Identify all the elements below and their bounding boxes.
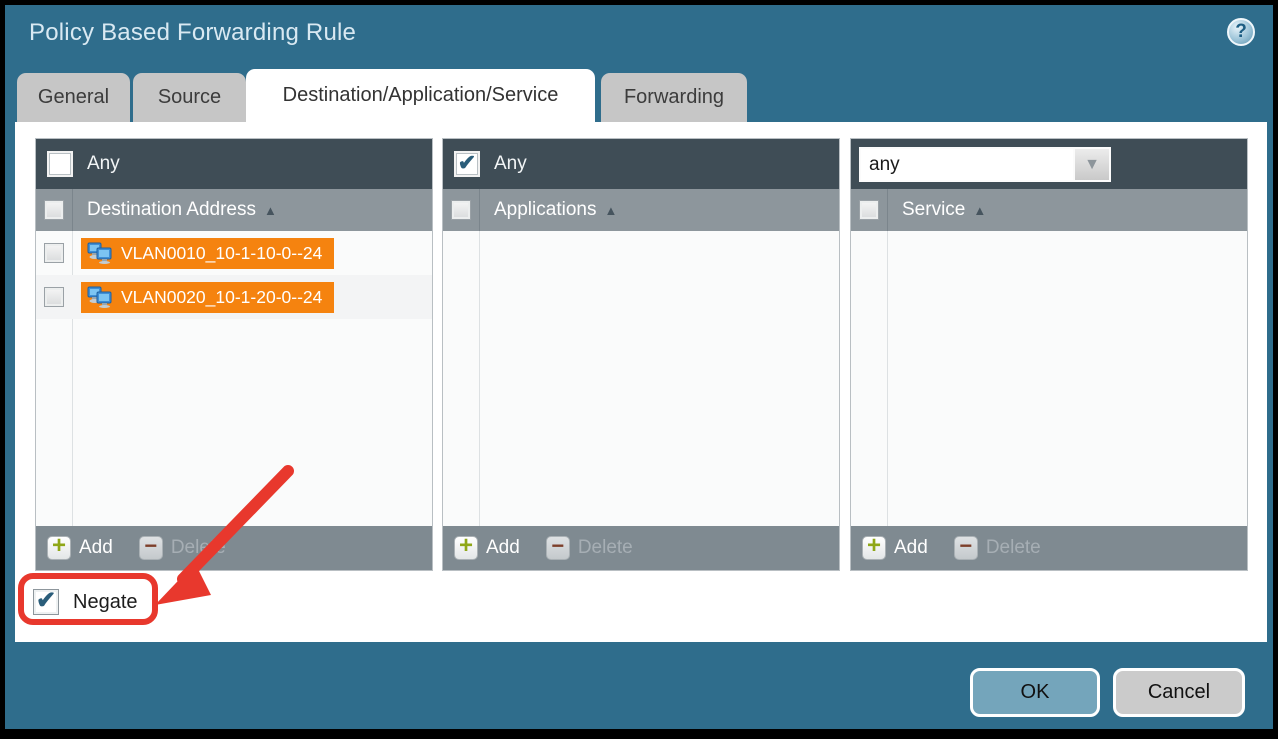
add-plus-icon: + [454, 536, 478, 560]
applications-any-checkbox[interactable]: ✔ [454, 151, 480, 177]
service-selectall-checkbox[interactable] [859, 200, 879, 220]
delete-minus-icon: − [139, 536, 163, 560]
address-object-vlan0010[interactable]: VLAN0010_10-1-10-0--24 [81, 238, 334, 269]
add-button-label: Add [894, 537, 928, 559]
destination-selectall-checkbox[interactable] [44, 200, 64, 220]
row-checkbox[interactable] [44, 287, 64, 307]
check-icon: ✔ [458, 152, 476, 174]
destination-address-column: Any Destination Address ▲ [35, 138, 433, 571]
divider [479, 231, 480, 526]
destination-any-bar: Any [36, 139, 432, 189]
dialog-title: Policy Based Forwarding Rule [29, 19, 356, 47]
destination-header-label: Destination Address [87, 199, 256, 221]
applications-selectall-checkbox[interactable] [451, 200, 471, 220]
network-address-icon [87, 242, 113, 264]
service-list [851, 231, 1247, 526]
dropdown-arrow-icon[interactable]: ▼ [1073, 149, 1109, 180]
service-dropdown-value: any [861, 149, 1073, 180]
service-dropdown-bar: any ▼ [851, 139, 1247, 189]
service-delete-button[interactable]: − Delete [954, 536, 1041, 560]
destination-footer-bar: + Add − Delete [36, 526, 432, 570]
tab-destination-application-service[interactable]: Destination/Application/Service [246, 69, 595, 122]
service-column: any ▼ Service ▲ + Add − Delet [850, 138, 1248, 571]
add-plus-icon: + [862, 536, 886, 560]
network-address-icon [87, 286, 113, 308]
applications-column: ✔ Any Applications ▲ + Add − De [442, 138, 840, 571]
sort-asc-icon[interactable]: ▲ [264, 203, 277, 218]
divider [479, 189, 480, 231]
table-row: VLAN0010_10-1-10-0--24 [36, 231, 432, 275]
delete-button-label: Delete [578, 537, 633, 559]
service-footer-bar: + Add − Delete [851, 526, 1247, 570]
help-icon[interactable]: ? [1227, 18, 1255, 46]
service-add-button[interactable]: + Add [862, 536, 928, 560]
applications-any-label: Any [494, 153, 527, 175]
tab-content-panel: Any Destination Address ▲ [15, 122, 1267, 642]
cancel-button[interactable]: Cancel [1113, 668, 1245, 717]
destination-any-label: Any [87, 153, 120, 175]
address-object-vlan0020[interactable]: VLAN0020_10-1-20-0--24 [81, 282, 334, 313]
delete-button-label: Delete [171, 537, 226, 559]
applications-list [443, 231, 839, 526]
service-column-header[interactable]: Service ▲ [851, 189, 1247, 231]
destination-any-checkbox[interactable] [47, 151, 73, 177]
sort-asc-icon[interactable]: ▲ [604, 203, 617, 218]
negate-checkbox[interactable]: ✔ [33, 589, 59, 615]
row-checkbox[interactable] [44, 243, 64, 263]
add-plus-icon: + [47, 536, 71, 560]
tab-forwarding[interactable]: Forwarding [601, 73, 747, 122]
divider [887, 231, 888, 526]
negate-control: ✔ Negate [33, 589, 138, 615]
delete-minus-icon: − [546, 536, 570, 560]
destination-add-button[interactable]: + Add [47, 536, 113, 560]
destination-list: VLAN0010_10-1-10-0--24 [36, 231, 432, 526]
applications-header-label: Applications [494, 199, 596, 221]
ok-button[interactable]: OK [970, 668, 1100, 717]
check-icon: ✔ [36, 589, 56, 613]
service-dropdown[interactable]: any ▼ [859, 147, 1111, 182]
divider [72, 189, 73, 231]
tab-general[interactable]: General [17, 73, 130, 122]
address-object-label: VLAN0020_10-1-20-0--24 [121, 287, 322, 308]
applications-column-header[interactable]: Applications ▲ [443, 189, 839, 231]
sort-asc-icon[interactable]: ▲ [973, 203, 986, 218]
tab-source[interactable]: Source [133, 73, 246, 122]
delete-button-label: Delete [986, 537, 1041, 559]
applications-footer-bar: + Add − Delete [443, 526, 839, 570]
applications-add-button[interactable]: + Add [454, 536, 520, 560]
delete-minus-icon: − [954, 536, 978, 560]
address-object-label: VLAN0010_10-1-10-0--24 [121, 243, 322, 264]
divider [887, 189, 888, 231]
negate-label: Negate [73, 591, 138, 614]
service-header-label: Service [902, 199, 965, 221]
policy-forwarding-dialog: Policy Based Forwarding Rule ? General S… [0, 0, 1278, 734]
destination-column-header[interactable]: Destination Address ▲ [36, 189, 432, 231]
destination-delete-button[interactable]: − Delete [139, 536, 226, 560]
add-button-label: Add [486, 537, 520, 559]
applications-any-bar: ✔ Any [443, 139, 839, 189]
table-row: VLAN0020_10-1-20-0--24 [36, 275, 432, 319]
add-button-label: Add [79, 537, 113, 559]
applications-delete-button[interactable]: − Delete [546, 536, 633, 560]
